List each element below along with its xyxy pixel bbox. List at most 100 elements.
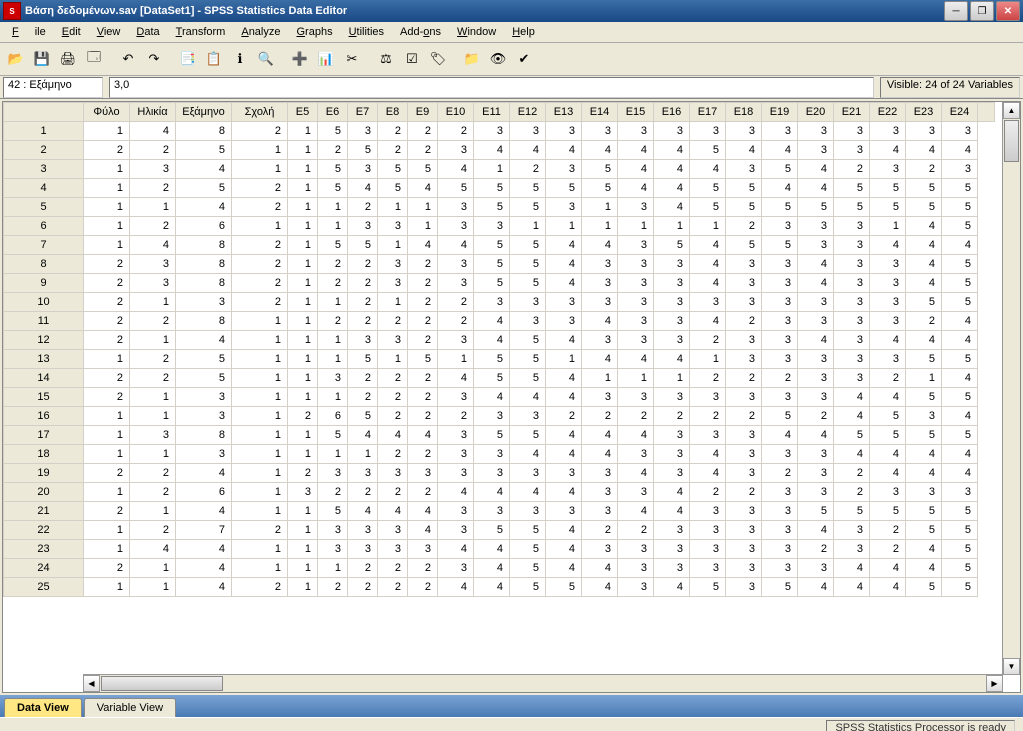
data-cell[interactable]: 5 — [474, 255, 510, 274]
data-cell[interactable]: 3 — [546, 293, 582, 312]
data-cell[interactable]: 3 — [798, 350, 834, 369]
data-cell[interactable]: 5 — [942, 198, 978, 217]
data-cell[interactable]: 3 — [618, 559, 654, 578]
data-cell[interactable]: 4 — [942, 445, 978, 464]
data-cell[interactable]: 2 — [870, 521, 906, 540]
data-cell[interactable]: 3 — [690, 559, 726, 578]
data-cell[interactable]: 5 — [942, 388, 978, 407]
data-cell[interactable]: 1 — [288, 274, 318, 293]
data-cell[interactable]: 3 — [834, 141, 870, 160]
data-cell[interactable]: 3 — [474, 293, 510, 312]
data-cell[interactable]: 2 — [726, 369, 762, 388]
data-cell[interactable]: 3 — [408, 540, 438, 559]
data-cell[interactable]: 1 — [232, 350, 288, 369]
scroll-right-icon[interactable]: ▶ — [986, 675, 1003, 692]
row-header[interactable]: 24 — [4, 559, 84, 578]
data-cell[interactable]: 5 — [942, 255, 978, 274]
data-cell[interactable]: 2 — [408, 122, 438, 141]
data-cell[interactable]: 5 — [546, 179, 582, 198]
data-cell[interactable]: 5 — [654, 236, 690, 255]
data-cell[interactable]: 5 — [942, 179, 978, 198]
data-cell[interactable]: 4 — [408, 502, 438, 521]
data-cell[interactable]: 1 — [288, 122, 318, 141]
data-cell[interactable]: 1 — [288, 445, 318, 464]
data-cell[interactable]: 3 — [762, 483, 798, 502]
data-cell[interactable]: 3 — [870, 350, 906, 369]
row-header[interactable]: 5 — [4, 198, 84, 217]
data-cell[interactable]: 4 — [474, 331, 510, 350]
data-cell[interactable]: 3 — [834, 331, 870, 350]
data-cell[interactable]: 2 — [408, 141, 438, 160]
data-cell[interactable]: 2 — [84, 312, 130, 331]
data-cell[interactable]: 2 — [408, 274, 438, 293]
cell-reference[interactable]: 42 : Εξάμηνο — [3, 77, 103, 98]
data-cell[interactable]: 5 — [510, 198, 546, 217]
data-cell[interactable]: 5 — [474, 274, 510, 293]
data-cell[interactable]: 2 — [232, 122, 288, 141]
data-cell[interactable]: 3 — [582, 331, 618, 350]
data-cell[interactable]: 4 — [582, 426, 618, 445]
data-cell[interactable]: 1 — [582, 217, 618, 236]
data-cell[interactable]: 3 — [726, 122, 762, 141]
data-cell[interactable]: 5 — [582, 160, 618, 179]
data-cell[interactable]: 2 — [232, 255, 288, 274]
data-cell[interactable]: 4 — [690, 445, 726, 464]
data-cell[interactable]: 1 — [232, 141, 288, 160]
row-header[interactable]: 2 — [4, 141, 84, 160]
data-cell[interactable]: 8 — [176, 274, 232, 293]
data-cell[interactable]: 3 — [690, 521, 726, 540]
data-cell[interactable]: 4 — [762, 179, 798, 198]
data-cell[interactable]: 3 — [582, 293, 618, 312]
data-cell[interactable]: 4 — [654, 160, 690, 179]
data-cell[interactable]: 2 — [378, 388, 408, 407]
data-cell[interactable]: 5 — [474, 369, 510, 388]
row-header[interactable]: 3 — [4, 160, 84, 179]
column-header[interactable]: E13 — [546, 103, 582, 122]
data-cell[interactable]: 4 — [474, 578, 510, 597]
data-cell[interactable]: 5 — [762, 236, 798, 255]
data-cell[interactable]: 3 — [726, 578, 762, 597]
data-cell[interactable]: 4 — [906, 559, 942, 578]
data-cell[interactable]: 1 — [288, 293, 318, 312]
menu-help[interactable]: Help — [504, 24, 543, 40]
data-cell[interactable]: 5 — [906, 578, 942, 597]
variables-icon[interactable]: ℹ — [228, 47, 252, 71]
data-cell[interactable]: 5 — [408, 160, 438, 179]
data-cell[interactable]: 5 — [582, 179, 618, 198]
row-header[interactable]: 20 — [4, 483, 84, 502]
data-cell[interactable]: 3 — [726, 350, 762, 369]
menu-analyze[interactable]: Analyze — [233, 24, 288, 40]
data-cell[interactable]: 5 — [906, 521, 942, 540]
data-cell[interactable]: 3 — [438, 559, 474, 578]
data-cell[interactable]: 3 — [762, 255, 798, 274]
data-cell[interactable]: 3 — [834, 521, 870, 540]
data-cell[interactable]: 3 — [654, 122, 690, 141]
data-cell[interactable]: 5 — [870, 179, 906, 198]
data-cell[interactable]: 2 — [318, 312, 348, 331]
data-cell[interactable]: 2 — [348, 293, 378, 312]
data-cell[interactable]: 1 — [130, 388, 176, 407]
data-cell[interactable]: 1 — [232, 483, 288, 502]
recall-dialog-icon[interactable]: 🗔 — [82, 47, 106, 71]
data-cell[interactable]: 5 — [906, 179, 942, 198]
data-cell[interactable]: 4 — [546, 255, 582, 274]
data-cell[interactable]: 2 — [378, 483, 408, 502]
data-cell[interactable]: 3 — [438, 255, 474, 274]
data-cell[interactable]: 2 — [130, 141, 176, 160]
data-cell[interactable]: 3 — [942, 160, 978, 179]
data-cell[interactable]: 3 — [130, 274, 176, 293]
data-cell[interactable]: 4 — [906, 464, 942, 483]
column-header[interactable]: E19 — [762, 103, 798, 122]
data-cell[interactable]: 3 — [438, 274, 474, 293]
data-cell[interactable]: 4 — [690, 464, 726, 483]
data-cell[interactable]: 2 — [84, 255, 130, 274]
data-cell[interactable]: 4 — [762, 426, 798, 445]
data-cell[interactable]: 1 — [318, 445, 348, 464]
data-cell[interactable]: 3 — [690, 122, 726, 141]
menu-view[interactable]: View — [89, 24, 129, 40]
data-cell[interactable]: 5 — [726, 236, 762, 255]
horizontal-scrollbar[interactable]: ◀ ▶ — [83, 674, 1003, 692]
column-header[interactable]: E12 — [510, 103, 546, 122]
data-cell[interactable]: 2 — [408, 369, 438, 388]
data-cell[interactable]: 3 — [762, 293, 798, 312]
